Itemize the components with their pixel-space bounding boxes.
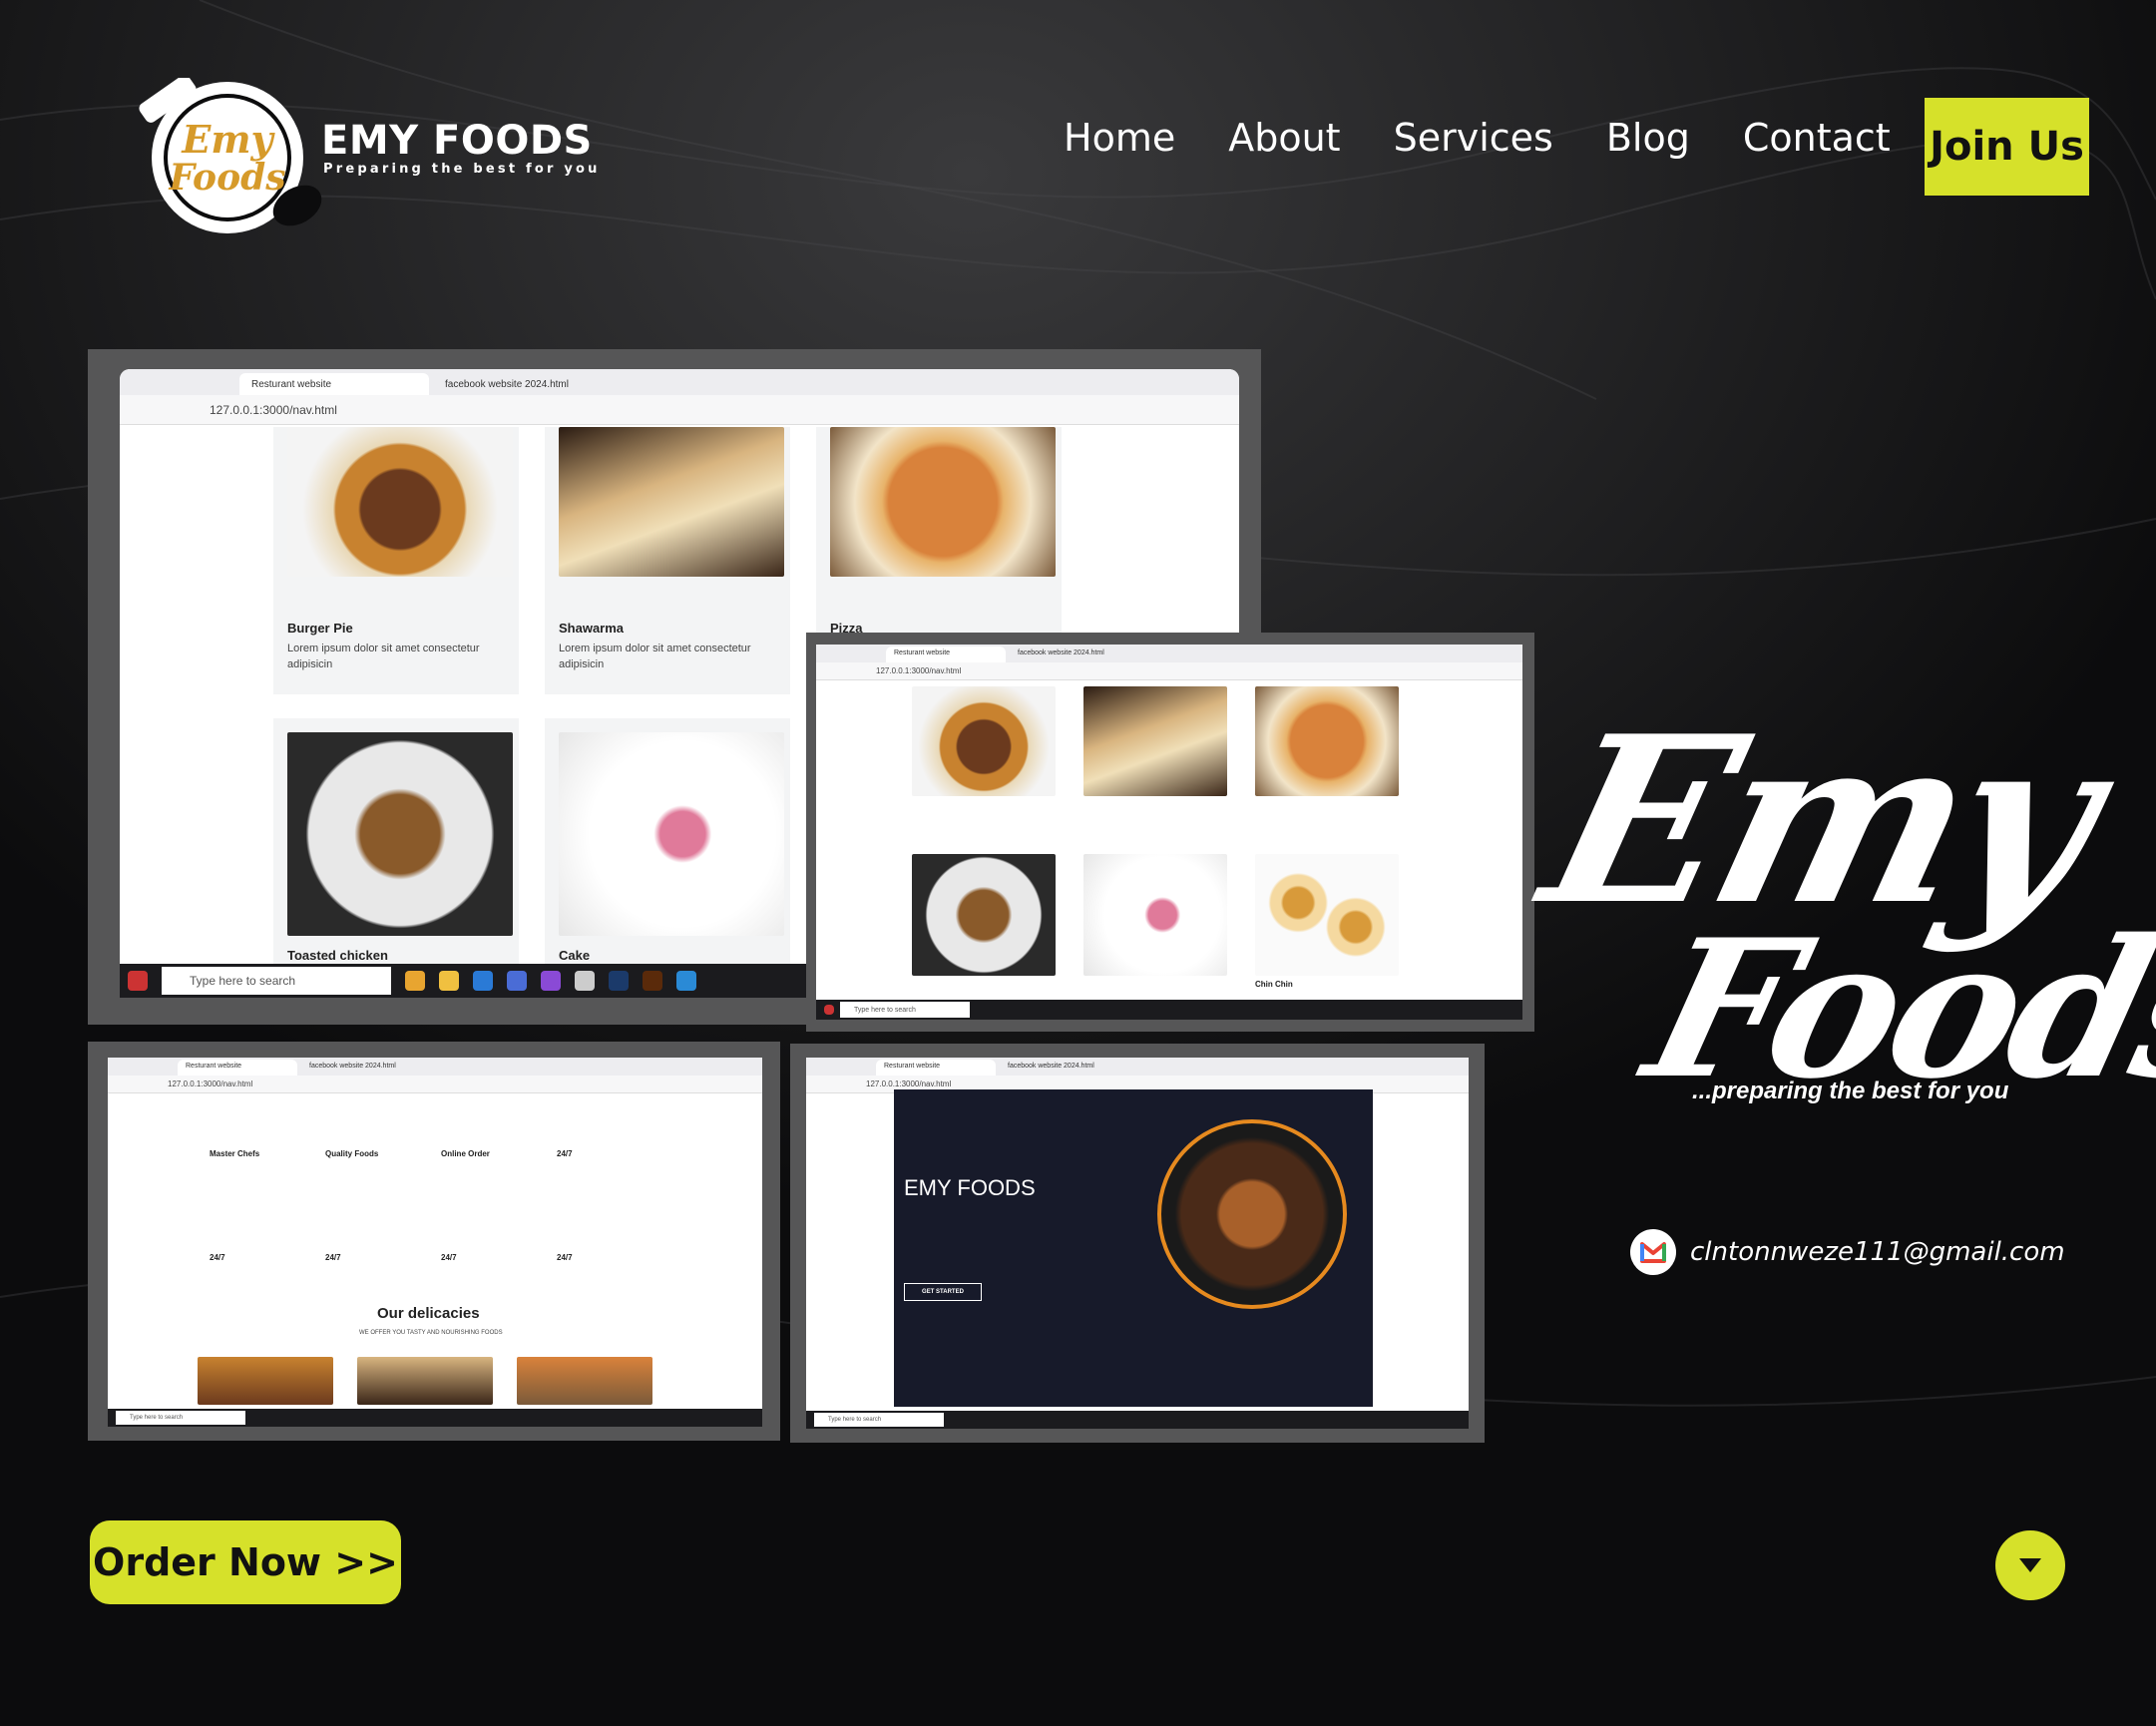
tab-active[interactable]: Resturant website (876, 1060, 996, 1076)
copilot-icon[interactable] (541, 971, 561, 991)
chrome-icon[interactable] (405, 971, 425, 991)
get-started-button[interactable]: GET STARTED (904, 1283, 982, 1301)
join-us-button[interactable]: Join Us (1925, 98, 2089, 196)
card-desc: Lorem ipsum dolor sit amet consectetur a… (287, 643, 480, 670)
tab-inactive[interactable]: facebook website 2024.html (1010, 647, 1129, 662)
shawarma-image (357, 1357, 493, 1405)
taskbar-search[interactable]: Type here to search (162, 967, 391, 995)
brand-logo[interactable]: Emy Foods (128, 75, 337, 237)
tab-inactive[interactable]: facebook website 2024.html (1000, 1060, 1119, 1076)
card-title: Shawarma (559, 621, 625, 636)
taskbar-search[interactable]: Type here to search (814, 1412, 944, 1428)
section-title: Our delicacies (377, 1305, 480, 1322)
nav-services[interactable]: Services (1394, 116, 1553, 160)
service-title: 24/7 (557, 1253, 573, 1262)
tab-active[interactable]: Resturant website (886, 647, 1006, 662)
browser-tabs: Resturant website facebook website 2024.… (120, 369, 1239, 395)
food-plate-image (1157, 1119, 1347, 1309)
mail-app-icon[interactable] (473, 971, 493, 991)
chicken-image (912, 854, 1056, 976)
url-bar[interactable]: 127.0.0.1:3000/nav.html (816, 662, 1522, 680)
burger-image (287, 427, 513, 577)
shawarma-image (1083, 686, 1227, 796)
windows-taskbar: Type here to search (816, 1000, 1522, 1020)
cake-image (559, 732, 784, 936)
main-nav: Home About Services Blog Contact (1064, 116, 1891, 160)
service-title: 24/7 (557, 1149, 573, 1158)
taskbar-search[interactable]: Type here to search (116, 1410, 245, 1426)
service-title: 24/7 (325, 1253, 341, 1262)
card-title: Chin Chin (1255, 980, 1293, 989)
windows-start-icon[interactable] (128, 971, 148, 991)
url-bar[interactable]: 127.0.0.1:3000/nav.html (108, 1076, 762, 1093)
browser-window: Resturant website facebook website 2024.… (806, 1058, 1469, 1429)
store-icon[interactable] (507, 971, 527, 991)
shawarma-image (559, 427, 784, 577)
scroll-down-button[interactable] (1995, 1530, 2065, 1600)
logo-text-bottom: Foods (168, 157, 285, 199)
service-title: Master Chefs (210, 1149, 260, 1158)
hero-tagline: ...preparing the best for you (1692, 1078, 2009, 1104)
tab-active[interactable]: Resturant website (239, 373, 429, 395)
folder-icon[interactable] (439, 971, 459, 991)
card-title: Cake (559, 948, 591, 963)
browser-window: Resturant website facebook website 2024.… (108, 1058, 762, 1427)
windows-start-icon[interactable] (824, 1005, 834, 1015)
nav-blog[interactable]: Blog (1606, 116, 1690, 160)
settings-icon[interactable] (575, 971, 595, 991)
pizza-image (517, 1357, 652, 1405)
nav-contact[interactable]: Contact (1743, 116, 1891, 160)
browser-tabs: Resturant website facebook website 2024.… (816, 645, 1522, 662)
card-title: Toasted chicken (287, 948, 388, 963)
photoshop-icon[interactable] (609, 971, 629, 991)
screenshot-menu-small: Resturant website facebook website 2024.… (806, 633, 1534, 1032)
chinchin-image (1255, 854, 1399, 976)
vscode-icon[interactable] (676, 971, 696, 991)
nav-home[interactable]: Home (1064, 116, 1175, 160)
tab-inactive[interactable]: facebook website 2024.html (301, 1060, 421, 1076)
cake-image (1083, 854, 1227, 976)
contact-email[interactable]: clntonnweze111@gmail.com (1690, 1237, 2065, 1267)
section-subtitle: WE OFFER YOU TASTY AND NOURISHING FOODS (359, 1330, 503, 1336)
logo-text-top: Emy (181, 117, 275, 162)
tab-inactive[interactable]: facebook website 2024.html (433, 373, 623, 395)
service-title: 24/7 (441, 1253, 457, 1262)
browser-tabs: Resturant website facebook website 2024.… (108, 1058, 762, 1076)
taskbar-search[interactable]: Type here to search (840, 1002, 970, 1018)
card-title: Burger Pie (287, 621, 353, 636)
chicken-image (287, 732, 513, 936)
browser-window: Resturant website facebook website 2024.… (816, 645, 1522, 1020)
pizza-image (830, 427, 1056, 577)
brand-tagline: Preparing the best for you (323, 162, 601, 177)
brand-name: EMY FOODS (321, 118, 593, 164)
service-title: 24/7 (210, 1253, 225, 1262)
illustrator-icon[interactable] (643, 971, 662, 991)
service-title: Online Order (441, 1149, 490, 1158)
browser-tabs: Resturant website facebook website 2024.… (806, 1058, 1469, 1076)
screenshot-services: Resturant website facebook website 2024.… (88, 1042, 780, 1441)
burger-image (912, 686, 1056, 796)
landing-title: EMY FOODS (904, 1175, 1036, 1200)
url-bar[interactable]: 127.0.0.1:3000/nav.html (120, 395, 1239, 425)
windows-taskbar: Type here to search (806, 1411, 1469, 1429)
card-desc: Lorem ipsum dolor sit amet consectetur a… (559, 643, 751, 670)
windows-taskbar: Type here to search (108, 1409, 762, 1427)
nav-about[interactable]: About (1228, 116, 1340, 160)
service-title: Quality Foods (325, 1149, 379, 1158)
burger-image (198, 1357, 333, 1405)
gmail-icon[interactable] (1630, 1229, 1676, 1275)
pizza-image (1255, 686, 1399, 796)
order-now-button[interactable]: Order Now >> (90, 1520, 401, 1604)
chevron-down-icon (2019, 1558, 2041, 1572)
screenshot-landing: Resturant website facebook website 2024.… (790, 1044, 1485, 1443)
tab-active[interactable]: Resturant website (178, 1060, 297, 1076)
